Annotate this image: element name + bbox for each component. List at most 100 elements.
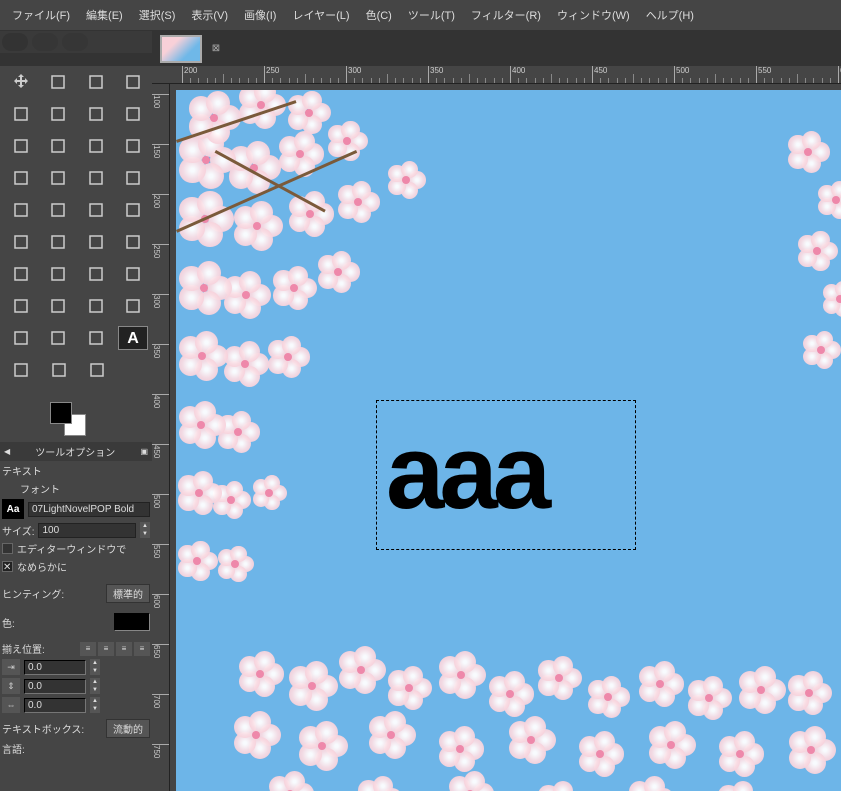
tool-measure[interactable] bbox=[119, 134, 149, 158]
section-label: テキスト bbox=[2, 463, 150, 478]
tool-align[interactable] bbox=[44, 70, 74, 94]
hinting-select[interactable]: 標準的 bbox=[106, 584, 150, 603]
toolbox: A bbox=[0, 66, 152, 394]
font-name-input[interactable] bbox=[28, 502, 150, 517]
line-spacing-icon: ⇕ bbox=[2, 678, 20, 694]
language-label: 言語: bbox=[2, 741, 25, 756]
tool-fuzzy-select[interactable] bbox=[119, 102, 149, 126]
left-panel: A ◀ ツールオプション ▣ テキスト フォント Aa サイズ: ▲▼ bbox=[0, 66, 152, 791]
tool-eraser[interactable] bbox=[6, 262, 36, 286]
align-right-icon[interactable]: ≡ bbox=[98, 642, 114, 656]
decoration-icon bbox=[62, 33, 88, 51]
tab-close-icon[interactable]: ⊠ bbox=[208, 41, 224, 57]
align-center-icon[interactable]: ≡ bbox=[116, 642, 132, 656]
tool-heal[interactable] bbox=[44, 294, 74, 318]
font-label: フォント bbox=[20, 481, 60, 496]
menu-フィルター[interactable]: フィルター(R) bbox=[463, 3, 549, 27]
tool-text[interactable]: A bbox=[118, 326, 148, 350]
menu-選択[interactable]: 選択(S) bbox=[131, 3, 184, 27]
menu-ツール[interactable]: ツール(T) bbox=[400, 3, 463, 27]
font-preview-icon[interactable]: Aa bbox=[2, 499, 24, 519]
tab-bar: ⊠ bbox=[0, 31, 841, 66]
menu-編集[interactable]: 編集(E) bbox=[78, 3, 131, 27]
tool-dodge[interactable] bbox=[119, 294, 149, 318]
menu-ウィンドウ[interactable]: ウィンドウ(W) bbox=[549, 3, 638, 27]
tool-rotate[interactable] bbox=[81, 134, 111, 158]
dock-icon[interactable]: ▣ bbox=[140, 447, 148, 456]
ruler-horizontal[interactable]: 200250300350400450500550600 bbox=[152, 66, 841, 84]
tool-ellipse-select[interactable] bbox=[119, 70, 149, 94]
textbox-mode-select[interactable]: 流動的 bbox=[106, 719, 150, 738]
tool-flip[interactable] bbox=[44, 198, 74, 222]
canvas-area: 200250300350400450500550600 100150200250… bbox=[152, 66, 841, 791]
tool-clone[interactable] bbox=[6, 294, 36, 318]
tool-gradient[interactable] bbox=[44, 230, 74, 254]
tool-bucket[interactable] bbox=[6, 230, 36, 254]
tool-airbrush[interactable] bbox=[44, 262, 74, 286]
decoration-icon bbox=[2, 33, 28, 51]
tool-scissors[interactable] bbox=[44, 102, 74, 126]
tool-by-color[interactable] bbox=[6, 134, 36, 158]
menu-色[interactable]: 色(C) bbox=[358, 3, 400, 27]
svg-text:A: A bbox=[127, 330, 139, 347]
color-picker[interactable] bbox=[0, 402, 152, 434]
align-fill-icon[interactable]: ≡ bbox=[134, 642, 150, 656]
tool-foreground-select[interactable] bbox=[81, 102, 111, 126]
tool-options-header: ◀ ツールオプション ▣ bbox=[0, 442, 152, 461]
line-spacing-input[interactable] bbox=[25, 680, 85, 693]
tool-unified[interactable] bbox=[81, 198, 111, 222]
tool-free-select[interactable] bbox=[6, 102, 36, 126]
text-layer[interactable]: aaa bbox=[386, 420, 546, 525]
letter-spacing-icon: ⇔ bbox=[2, 697, 20, 713]
ruler-vertical[interactable]: 1001502002503003504004505005506006507007… bbox=[152, 84, 170, 791]
foreground-color[interactable] bbox=[50, 402, 72, 424]
tool-handle[interactable] bbox=[119, 198, 149, 222]
menu-ファイル[interactable]: ファイル(F) bbox=[4, 3, 78, 27]
menu-レイヤー[interactable]: レイヤー(L) bbox=[284, 3, 357, 27]
image-canvas[interactable]: aaa bbox=[176, 90, 841, 791]
tool-magnify[interactable] bbox=[82, 358, 112, 382]
tool-blur[interactable] bbox=[6, 326, 35, 350]
hinting-label: ヒンティング: bbox=[2, 586, 64, 601]
tool-options: テキスト フォント Aa サイズ: ▲▼ エディターウィンドウで ✕ なめらかに bbox=[0, 461, 152, 761]
menu-画像[interactable]: 画像(I) bbox=[236, 3, 284, 27]
tool-smudge[interactable] bbox=[81, 294, 111, 318]
menubar: ファイル(F)編集(E)選択(S)表示(V)画像(I)レイヤー(L)色(C)ツー… bbox=[0, 0, 841, 31]
align-left-icon[interactable]: ≡ bbox=[80, 642, 96, 656]
tool-color-picker[interactable] bbox=[81, 326, 110, 350]
tool-warp[interactable] bbox=[6, 198, 36, 222]
tool-measure2[interactable] bbox=[44, 358, 74, 382]
tab-thumbnail[interactable] bbox=[160, 35, 202, 63]
size-down[interactable]: ▼ bbox=[140, 530, 150, 538]
tool-rect-select[interactable] bbox=[81, 70, 111, 94]
tool-crop[interactable] bbox=[44, 134, 74, 158]
color-label: 色: bbox=[2, 615, 15, 630]
decoration-icon bbox=[32, 33, 58, 51]
menu-表示[interactable]: 表示(V) bbox=[183, 3, 236, 27]
smoothing-label: なめらかに bbox=[17, 559, 67, 574]
tool-shear[interactable] bbox=[44, 166, 74, 190]
menu-ヘルプ[interactable]: ヘルプ(H) bbox=[638, 3, 702, 27]
tool-move[interactable] bbox=[6, 70, 36, 94]
tool-paintbrush[interactable] bbox=[119, 230, 149, 254]
tool-ink[interactable] bbox=[81, 262, 111, 286]
tool-pencil[interactable] bbox=[81, 230, 111, 254]
tool-options-title: ツールオプション bbox=[35, 444, 115, 459]
canvas-viewport[interactable]: aaa bbox=[170, 84, 841, 791]
size-input[interactable] bbox=[38, 523, 136, 538]
letter-spacing-input[interactable] bbox=[25, 699, 85, 712]
tool-mypaint[interactable] bbox=[119, 262, 149, 286]
editor-window-checkbox[interactable] bbox=[2, 543, 13, 554]
size-label: サイズ: bbox=[2, 523, 34, 538]
text-color-swatch[interactable] bbox=[114, 613, 150, 631]
tool-perspective[interactable] bbox=[81, 166, 111, 190]
justify-label: 揃え位置: bbox=[2, 641, 45, 656]
size-up[interactable]: ▲ bbox=[140, 522, 150, 530]
smoothing-checkbox[interactable]: ✕ bbox=[2, 561, 13, 572]
tool-cage[interactable] bbox=[119, 166, 149, 190]
tool-zoom[interactable] bbox=[6, 358, 36, 382]
indent-icon: ⇥ bbox=[2, 659, 20, 675]
tool-scale[interactable] bbox=[6, 166, 36, 190]
tool-path[interactable] bbox=[43, 326, 72, 350]
indent-input[interactable] bbox=[25, 661, 85, 674]
